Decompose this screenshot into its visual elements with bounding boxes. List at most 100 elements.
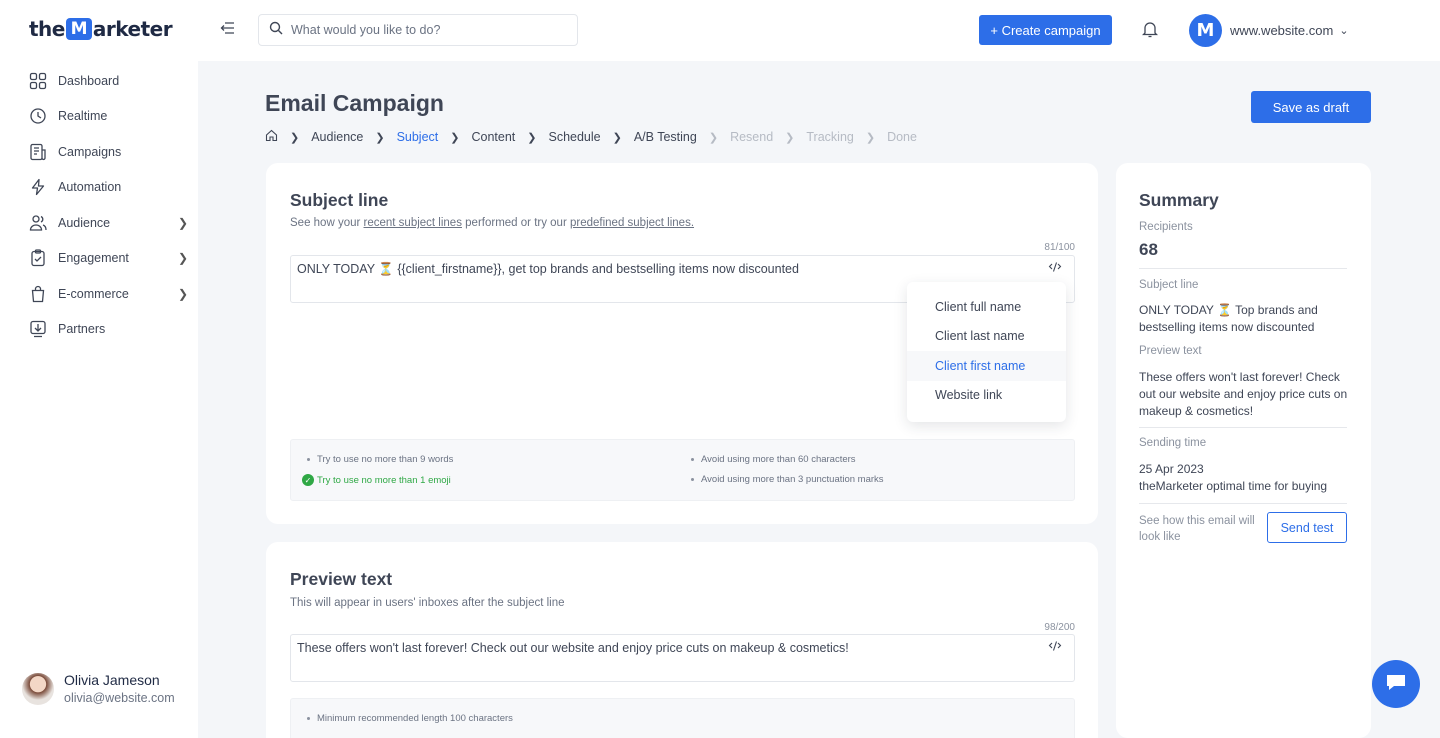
chevron-right-icon: ❯ [527, 131, 537, 144]
sending-time-label: Sending time [1139, 437, 1207, 449]
sidebar-item-label: Audience [58, 215, 111, 230]
chat-icon [1385, 672, 1407, 697]
chevron-right-icon: ❯ [612, 131, 622, 144]
step-audience[interactable]: Audience [311, 130, 363, 144]
recent-subject-lines-link[interactable]: recent subject lines [364, 217, 462, 229]
summary-title: Summary [1139, 190, 1219, 210]
recipients-value: 68 [1139, 240, 1158, 259]
search-input[interactable] [291, 23, 551, 37]
site-selector[interactable]: www.website.com ⌄ [1230, 23, 1349, 38]
divider [1139, 268, 1347, 269]
sending-time-note: theMarketer optimal time for buying [1139, 479, 1328, 493]
personalize-icon[interactable] [1048, 640, 1062, 655]
bell-icon[interactable] [1141, 20, 1159, 43]
site-name: www.website.com [1230, 23, 1334, 38]
preview-text-subtitle: This will appear in users' inboxes after… [290, 597, 565, 609]
step-schedule[interactable]: Schedule [548, 130, 600, 144]
search-icon [269, 21, 283, 40]
send-test-button[interactable]: Send test [1267, 512, 1347, 543]
divider [1139, 427, 1347, 428]
user-name: Olivia Jameson [64, 672, 160, 688]
sidebar-item-campaigns[interactable]: Campaigns [28, 134, 198, 170]
user-email: olivia@website.com [64, 691, 175, 705]
sidebar-item-audience[interactable]: Audience ❯ [28, 205, 198, 241]
dropdown-item-client-first-name[interactable]: Client first name [907, 351, 1066, 381]
sidebar-item-automation[interactable]: Automation [28, 170, 198, 206]
sidebar-item-engagement[interactable]: Engagement ❯ [28, 241, 198, 277]
home-icon[interactable] [265, 129, 278, 145]
step-done: Done [887, 130, 917, 144]
step-resend: Resend [730, 130, 774, 144]
subject-line-subtitle: See how your recent subject lines perfor… [290, 217, 694, 229]
clipboard-check-icon [28, 248, 48, 268]
lightning-icon [28, 177, 48, 197]
page-title: Email Campaign [265, 90, 444, 116]
preview-text-value: These offers won't last forever! Check o… [297, 641, 849, 655]
sidebar-nav: Dashboard Realtime Campaigns Automation … [28, 63, 198, 347]
check-icon: ✓ [302, 474, 314, 486]
subtitle-text: performed or try our [461, 217, 570, 229]
chat-button[interactable] [1372, 660, 1420, 708]
preview-text-card: Preview text This will appear in users' … [266, 542, 1098, 738]
user-profile[interactable]: Olivia Jameson olivia@website.com [22, 672, 175, 705]
topbar: + Create campaign M www.website.com ⌄ [198, 0, 1440, 61]
sidebar-item-label: E-commerce [58, 286, 129, 301]
sidebar-item-label: Partners [58, 322, 106, 337]
save-draft-button[interactable]: Save as draft [1251, 91, 1371, 123]
collapse-menu-icon[interactable] [220, 21, 236, 40]
site-logo[interactable]: M [1189, 14, 1222, 47]
users-icon [28, 213, 48, 233]
dropdown-item-website-link[interactable]: Website link [907, 381, 1066, 411]
app-logo[interactable]: the Marketer [29, 14, 173, 44]
subtitle-text: See how your [290, 217, 364, 229]
sidebar-item-label: Realtime [58, 109, 108, 124]
sidebar-item-label: Dashboard [58, 73, 120, 88]
tip-punctuation: Avoid using more than 3 punctuation mark… [691, 474, 884, 485]
chevron-right-icon: ❯ [375, 131, 385, 144]
personalize-icon[interactable] [1048, 261, 1062, 276]
breadcrumb: ❯ Audience ❯ Subject ❯ Content ❯ Schedul… [265, 129, 917, 145]
subject-line-summary: ONLY TODAY ⏳ Top brands and bestselling … [1139, 303, 1318, 334]
divider [1139, 503, 1347, 504]
preview-text-summary: These offers won't last forever! Check o… [1139, 370, 1348, 418]
step-content[interactable]: Content [471, 130, 515, 144]
sidebar-item-partners[interactable]: Partners [28, 312, 198, 348]
search-bar[interactable] [258, 14, 578, 46]
create-campaign-button[interactable]: + Create campaign [979, 15, 1112, 45]
preview-tips: Minimum recommended length 100 character… [290, 698, 1075, 738]
grid-icon [28, 71, 48, 91]
summary-card: Summary Recipients 68 Subject line ONLY … [1116, 163, 1371, 738]
predefined-subject-lines-link[interactable]: predefined subject lines. [570, 217, 694, 229]
character-counter: 98/200 [1044, 622, 1075, 633]
chevron-right-icon: ❯ [290, 131, 300, 144]
subject-line-value: ONLY TODAY ⏳ {{client_firstname}}, get t… [297, 262, 799, 276]
shopping-bag-icon [28, 284, 48, 304]
chevron-right-icon: ❯ [177, 215, 188, 230]
preview-text-input[interactable]: These offers won't last forever! Check o… [290, 634, 1075, 682]
step-ab-testing[interactable]: A/B Testing [634, 130, 697, 144]
sidebar-item-dashboard[interactable]: Dashboard [28, 63, 198, 99]
subject-line-title: Subject line [290, 190, 389, 210]
sidebar-item-realtime[interactable]: Realtime [28, 99, 198, 135]
sidebar-item-ecommerce[interactable]: E-commerce ❯ [28, 276, 198, 312]
step-subject[interactable]: Subject [397, 130, 439, 144]
sidebar-item-label: Engagement [58, 251, 129, 266]
sending-date: 25 Apr 2023 [1139, 462, 1204, 476]
chevron-down-icon: ⌄ [1339, 25, 1349, 37]
preview-text-title: Preview text [290, 569, 393, 589]
personalization-dropdown: Client full name Client last name Client… [907, 282, 1066, 422]
dropdown-item-client-full-name[interactable]: Client full name [907, 292, 1066, 322]
chevron-right-icon: ❯ [708, 131, 719, 144]
sidebar-item-label: Automation [58, 180, 122, 195]
dropdown-item-client-last-name[interactable]: Client last name [907, 322, 1066, 352]
preview-text-label: Preview text [1139, 345, 1202, 357]
tip-characters: Avoid using more than 60 characters [691, 454, 856, 465]
avatar [22, 672, 54, 705]
sidebar: the Marketer Dashboard Realtime Campaigns… [0, 0, 198, 738]
chevron-right-icon: ❯ [177, 251, 188, 266]
send-test-hint: See how this email will look like [1139, 515, 1255, 543]
chevron-right-icon: ❯ [450, 131, 460, 144]
document-icon [28, 142, 48, 162]
step-tracking: Tracking [806, 130, 854, 144]
tip-words: Try to use no more than 9 words [307, 454, 453, 465]
